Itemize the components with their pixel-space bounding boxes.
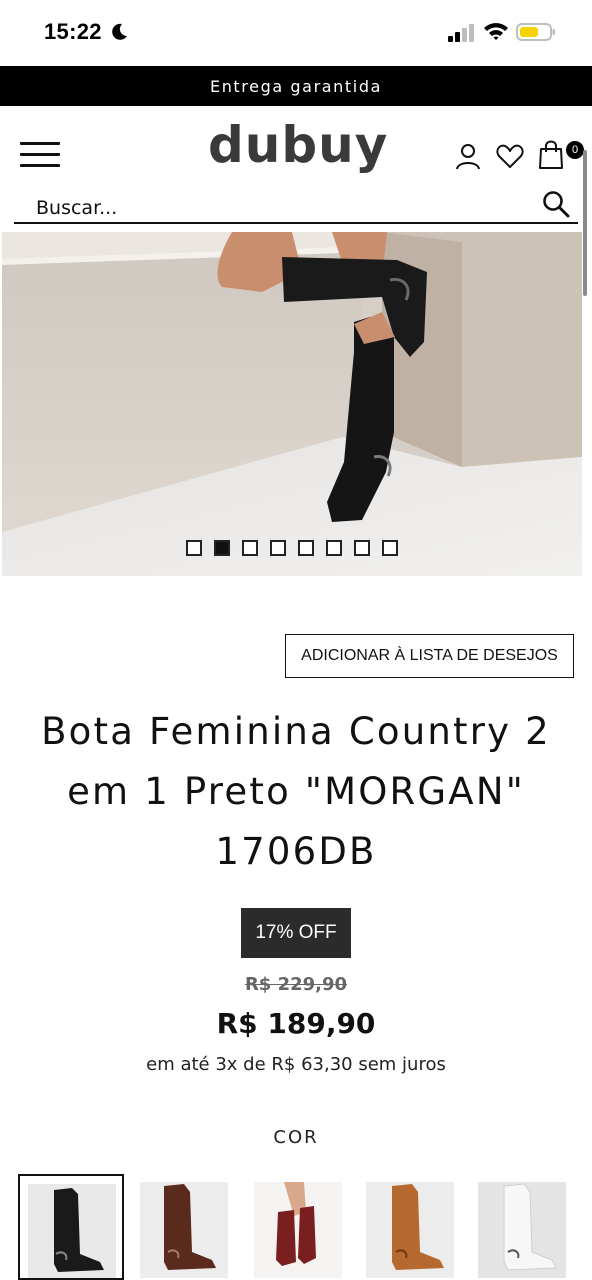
color-swatches	[0, 1174, 592, 1280]
carousel-dot[interactable]	[354, 540, 370, 556]
add-to-wishlist-button[interactable]: ADICIONAR À LISTA DE DESEJOS	[285, 634, 574, 678]
color-swatch-brown[interactable]	[132, 1174, 238, 1280]
user-icon[interactable]	[455, 142, 481, 170]
product-image	[2, 232, 582, 576]
logo[interactable]: dubuy	[208, 116, 388, 174]
bag-icon[interactable]	[538, 139, 564, 169]
product-title: Bota Feminina Country 2 em 1 Preto "MORG…	[41, 710, 551, 873]
discount-badge: 17% OFF	[241, 908, 351, 958]
battery-icon	[516, 23, 555, 41]
current-price: R$ 189,90	[216, 1007, 376, 1040]
carousel-dot[interactable]	[214, 540, 230, 556]
moon-icon	[112, 23, 127, 40]
carousel-dot[interactable]	[270, 540, 286, 556]
color-swatch-red[interactable]	[246, 1174, 352, 1280]
search-bar	[14, 188, 578, 224]
heart-icon[interactable]	[496, 143, 524, 169]
search-icon[interactable]	[542, 190, 570, 218]
color-swatch-white[interactable]	[470, 1174, 576, 1280]
installments-text: em até 3x de R$ 63,30 sem juros	[146, 1054, 446, 1075]
carousel-dot[interactable]	[186, 540, 202, 556]
carousel-dot[interactable]	[382, 540, 398, 556]
color-swatch-camel[interactable]	[358, 1174, 464, 1280]
menu-icon[interactable]	[20, 142, 60, 168]
old-price: R$ 229,90	[244, 974, 348, 995]
cart-count-badge: 0	[566, 141, 584, 159]
color-label: COR	[273, 1127, 319, 1148]
signal-icon	[448, 24, 474, 42]
search-input[interactable]	[36, 194, 516, 222]
color-swatch-black[interactable]	[18, 1174, 124, 1280]
wifi-icon	[484, 23, 508, 40]
carousel-dot[interactable]	[242, 540, 258, 556]
status-bar: 15:22	[0, 0, 592, 66]
carousel-dot[interactable]	[326, 540, 342, 556]
carousel-dots	[2, 540, 582, 560]
promo-text: Entrega garantida	[209, 76, 382, 96]
status-time: 15:22	[44, 19, 102, 44]
promo-bar: Entrega garantida	[0, 66, 592, 106]
scrollbar[interactable]	[583, 150, 587, 296]
carousel-dot[interactable]	[298, 540, 314, 556]
product-image-carousel[interactable]	[2, 232, 582, 576]
